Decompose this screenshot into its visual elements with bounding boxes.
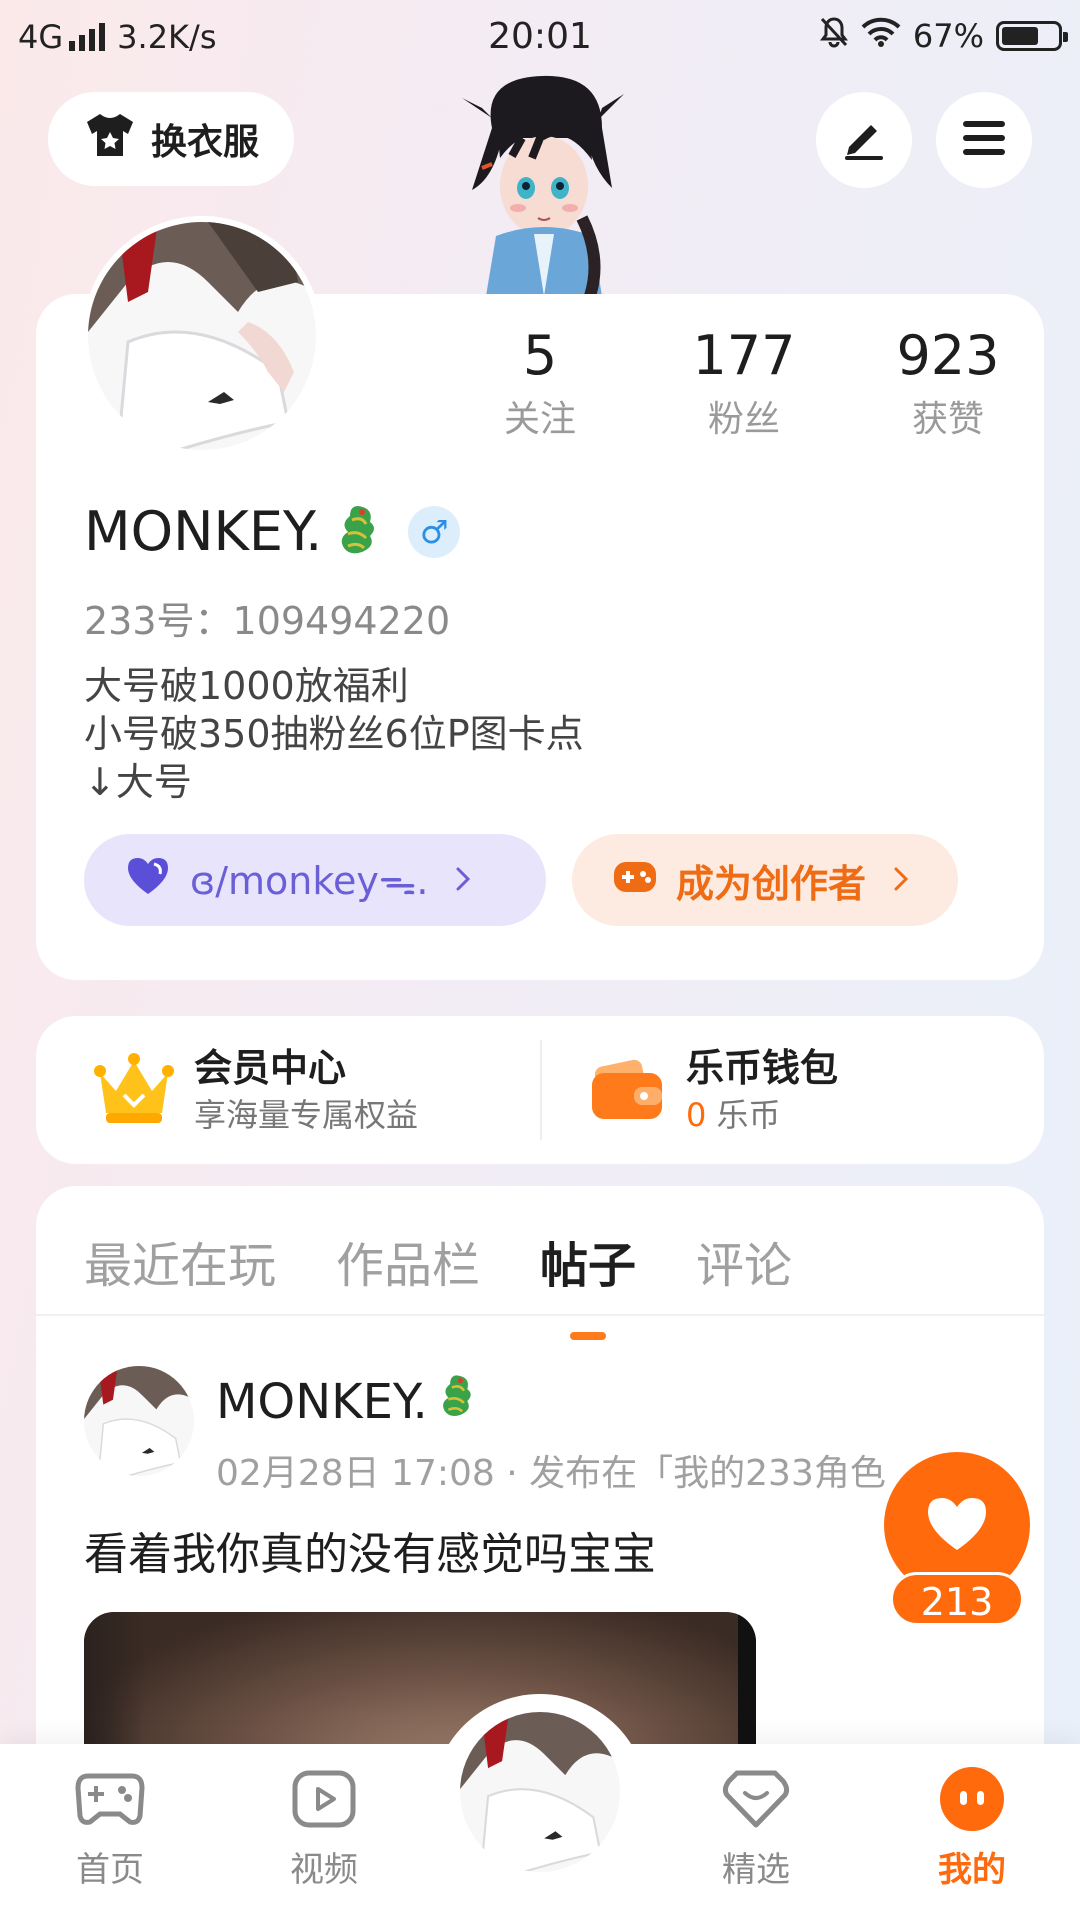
tab-works[interactable]: 作品栏 xyxy=(336,1226,480,1306)
member-card: 会员中心 享海量专属权益 乐币钱包 0 乐币 xyxy=(36,1016,1044,1164)
nav-me-label: 我的 xyxy=(938,1850,1006,1890)
status-right: 67% xyxy=(819,16,1068,56)
profile-stats: 5 关注 177 粉丝 923 获赞 xyxy=(460,320,1020,450)
gamepad-icon xyxy=(40,1762,180,1836)
wifi-icon xyxy=(861,17,901,55)
tab-recently-played[interactable]: 最近在玩 xyxy=(84,1226,276,1306)
stat-followers-value: 177 xyxy=(692,324,796,387)
become-creator-chip[interactable]: 成为创作者 xyxy=(572,834,958,926)
wallet-title: 乐币钱包 xyxy=(686,1046,839,1090)
change-outfit-button[interactable]: 换衣服 xyxy=(48,92,294,186)
chevron-right-icon xyxy=(892,858,910,902)
nickname-row: MONKEY. ♂ xyxy=(84,500,461,563)
nav-center-avatar[interactable] xyxy=(454,1706,626,1878)
dragon-icon xyxy=(436,1372,478,1432)
wallet-unit: 乐币 xyxy=(716,1096,781,1134)
vip-text: 会员中心 享海量专属权益 xyxy=(194,1043,418,1137)
battery-icon xyxy=(996,21,1068,51)
gamepad-icon xyxy=(612,856,658,905)
stat-likes-value: 923 xyxy=(896,324,1000,387)
male-gender-badge: ♂ xyxy=(408,505,461,558)
outfit-label: 换衣服 xyxy=(150,122,259,163)
heart-icon xyxy=(924,1494,990,1556)
linked-account-chip[interactable]: ɞ/monkeyᯓ. xyxy=(84,834,546,926)
bio-text: 大号破1000放福利 小号破350抽粉丝6位P图卡点 ↓大号 xyxy=(84,664,584,804)
vip-center[interactable]: 会员中心 享海量专属权益 xyxy=(94,1016,418,1164)
like-count: 213 xyxy=(890,1572,1024,1626)
chevron-right-icon xyxy=(454,858,472,902)
menu-button[interactable] xyxy=(936,92,1032,188)
divider xyxy=(540,1040,542,1140)
nav-home[interactable]: 首页 xyxy=(40,1762,180,1891)
video-play-icon xyxy=(254,1762,394,1836)
stat-followers-label: 粉丝 xyxy=(707,399,780,440)
post-meta: 02月28日 17:08 · 发布在「我的233角色 xyxy=(216,1453,886,1494)
character-avatar-figure[interactable] xyxy=(452,68,632,298)
mute-bell-icon xyxy=(819,16,849,56)
post-author-avatar[interactable] xyxy=(84,1366,194,1476)
post-author-name[interactable]: MONKEY. xyxy=(216,1372,478,1432)
status-bar: 4G 3.2K/s 20:01 67% xyxy=(0,0,1080,78)
user-id[interactable]: 233号：109494220 xyxy=(84,590,450,645)
smiley-profile-icon xyxy=(902,1762,1042,1836)
edit-profile-button[interactable] xyxy=(816,92,912,188)
tab-posts[interactable]: 帖子 xyxy=(540,1226,636,1306)
stat-likes-label: 获赞 xyxy=(911,399,984,440)
nav-video[interactable]: 视频 xyxy=(254,1762,394,1891)
wallet[interactable]: 乐币钱包 0 乐币 xyxy=(590,1016,838,1164)
hamburger-menu-icon xyxy=(961,118,1007,162)
tshirt-icon xyxy=(83,112,137,167)
nav-featured[interactable]: 精选 xyxy=(686,1762,826,1891)
nav-featured-label: 精选 xyxy=(722,1850,790,1890)
become-creator-label: 成为创作者 xyxy=(676,861,867,906)
tab-comments[interactable]: 评论 xyxy=(696,1226,792,1306)
heart-diamond-icon xyxy=(686,1762,826,1836)
wallet-balance: 0 乐币 xyxy=(686,1093,838,1137)
crown-icon xyxy=(94,1051,174,1129)
pen-icon xyxy=(841,115,887,165)
stat-following[interactable]: 5 关注 xyxy=(460,320,620,448)
wallet-text: 乐币钱包 0 乐币 xyxy=(686,1043,838,1137)
tab-divider xyxy=(36,1314,1044,1316)
stat-followers[interactable]: 177 粉丝 xyxy=(664,320,824,448)
wallet-icon xyxy=(590,1053,666,1127)
stat-following-label: 关注 xyxy=(503,399,576,440)
vip-title: 会员中心 xyxy=(194,1046,347,1090)
dragon-icon xyxy=(334,502,382,562)
wallet-amount: 0 xyxy=(686,1096,707,1134)
vip-subtitle: 享海量专属权益 xyxy=(194,1096,419,1134)
stat-following-value: 5 xyxy=(522,324,558,387)
linked-account-label: ɞ/monkeyᯓ. xyxy=(190,859,429,903)
battery-level xyxy=(1002,27,1039,45)
post-text[interactable]: 看着我你真的没有感觉吗宝宝 xyxy=(84,1518,656,1582)
stat-likes[interactable]: 923 获赞 xyxy=(868,320,1028,448)
nav-home-label: 首页 xyxy=(76,1850,144,1890)
profile-avatar[interactable] xyxy=(82,216,322,456)
nav-me[interactable]: 我的 xyxy=(902,1762,1042,1891)
nav-video-label: 视频 xyxy=(290,1850,358,1890)
battery-percent: 67% xyxy=(912,17,984,55)
heart-icon xyxy=(124,856,172,905)
nickname: MONKEY. xyxy=(84,500,323,563)
profile-tabs: 最近在玩 作品栏 帖子 评论 xyxy=(84,1226,852,1306)
post-author-label: MONKEY. xyxy=(216,1374,428,1430)
